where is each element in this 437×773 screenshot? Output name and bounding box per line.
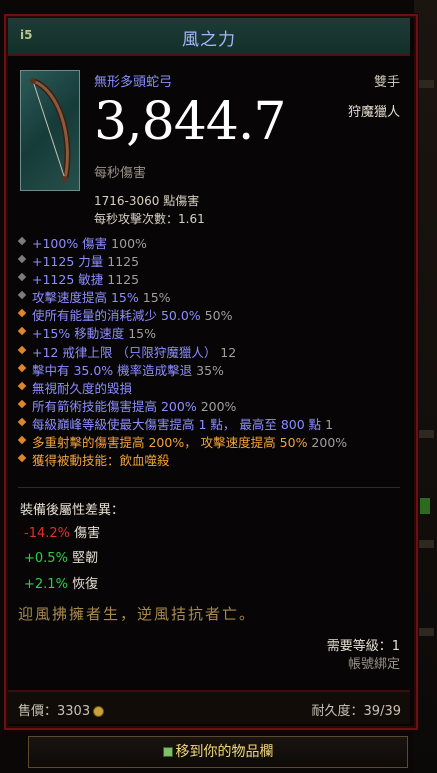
affix-row: 使所有能量的消耗減少 50.0% 50% [17,305,398,324]
affix-roll: 1125 [103,272,140,288]
affix-bullet-icon [17,399,27,409]
flavor-text: 迎風拂擁者生，逆風拮抗者亡。 [18,605,257,623]
affix-bullet-icon [17,327,27,336]
move-button-label: 移到你的物品欄 [175,744,274,760]
affix-row: 所有箭術技能傷害提高 200% 200% [17,396,398,414]
affix-roll: 35% [192,362,224,378]
affix-bullet-icon [17,363,27,372]
affix-row: +100% 傷害 100% [17,233,398,251]
affix-row: 獲得被動技能：飲血噬殺 [17,450,398,469]
compare-label: 傷害 [74,526,101,541]
affix-roll: 50% [200,308,233,324]
affix-row: 擊中有 35.0% 機率造成擊退 35% [17,360,398,378]
affix-roll: 15% [124,326,156,342]
compare-label: 堅韌 [72,551,99,566]
inventory-icon [162,747,173,757]
affix-roll: 1 [321,416,334,432]
affix-text: +12 戒律上限 （只限狩魔獵人） [32,344,217,360]
affix-roll: 12 [216,344,237,360]
affix-text: 無視耐久度的毀損 [32,380,133,396]
affix-roll: 100% [107,236,147,251]
compare-row: +0.5% 堅韌 [24,547,98,566]
affix-text: 使所有能量的消耗減少 50.0% [32,308,201,324]
affix-roll: 200% [196,398,237,414]
affix-text: +1125 力量 [32,254,104,270]
price-value: 3303 [57,704,91,719]
item-name: 風之力 [182,30,236,50]
affix-text: +1125 敏捷 [32,272,104,288]
gold-coin-icon [93,706,105,717]
affix-bullet-icon [17,272,27,282]
affix-bullet-icon [17,345,27,354]
affix-text: 每級巔峰等級使最大傷害提高 1 點， 最高至 800 點 [32,416,322,432]
affix-text: +15% 移動速度 [32,326,125,342]
compare-row: -14.2% 傷害 [24,522,100,541]
attacks-per-second: 每秒攻擊次數：1.61 [94,212,205,226]
compare-value: +0.5% [24,551,68,566]
account-bound: 帳號綁定 [347,657,400,672]
affix-row: 攻擊速度提高 15% 15% [17,287,398,306]
affix-text: 所有箭術技能傷害提高 200% [32,398,197,414]
compare-title: 裝備後屬性差異： [20,503,125,518]
affix-roll: 1125 [103,254,140,270]
compare-row: +2.1% 恢復 [24,573,98,592]
tooltip-footer: 售價：3303 耐久度：39/39 [8,690,410,724]
dps-value: 3,844.7 [94,92,286,152]
affix-text: 獲得被動技能：飲血噬殺 [32,453,170,469]
damage-range: 1716-3060 點傷害 [94,194,200,208]
affix-row: +1125 敏捷 1125 [17,269,398,288]
affix-bullet-icon [17,417,27,427]
affix-list: +100% 傷害 100% +1125 力量 1125 +1125 敏捷 1125 攻… [17,233,398,469]
class-requirement: 狩魔獵人 [347,105,400,120]
affix-roll: 200% [307,435,348,451]
sell-price: 售價：3303 [18,700,105,719]
tooltip-header: i5 風之力 [8,18,410,56]
divider [18,487,400,488]
affix-row: +12 戒律上限 （只限狩魔獵人） 12 [17,342,398,360]
affix-bullet-icon [17,453,27,463]
affix-row: 每級巔峰等級使最大傷害提高 1 點， 最高至 800 點 1 [17,414,398,432]
affix-text: +100% 傷害 [32,236,108,251]
edge-green-mark [420,498,430,514]
move-to-inventory-button[interactable]: 移到你的物品欄 [28,736,408,768]
affix-row: +1125 力量 1125 [17,251,398,270]
item-type: 無形多頭蛇弓 [94,75,173,90]
affix-text: 攻擊速度提高 15% [32,290,139,306]
affix-row: 多重射擊的傷害提高 200%， 攻擊速度提高 50% 200% [17,432,398,451]
compare-value: -14.2% [24,526,70,541]
bow-icon [20,70,80,191]
price-label: 售價： [18,704,58,719]
compare-value: +2.1% [24,577,68,592]
affix-roll: 15% [138,290,171,306]
affix-bullet-icon [17,435,27,445]
affix-bullet-icon [17,309,27,318]
edge-mark [418,80,434,88]
affix-row: +15% 移動速度 15% [17,323,398,342]
dps-label: 每秒傷害 [94,166,147,181]
compare-label: 恢復 [72,577,99,592]
affix-bullet-icon [17,291,27,300]
level-requirement: 需要等級：1 [326,639,400,654]
durability: 耐久度：39/39 [311,704,401,719]
affix-bullet-icon [17,254,27,264]
edge-mark [418,430,434,438]
affix-bullet-icon [17,381,27,390]
affix-text: 多重射擊的傷害提高 200%， 攻擊速度提高 50% [32,435,308,451]
affix-bullet-icon [17,236,27,246]
edge-mark [418,540,434,548]
affix-text: 擊中有 35.0% 機率造成擊退 [32,362,193,378]
item-slot: 雙手 [373,75,400,90]
affix-row: 無視耐久度的毀損 [17,378,398,396]
edge-mark [418,628,434,636]
